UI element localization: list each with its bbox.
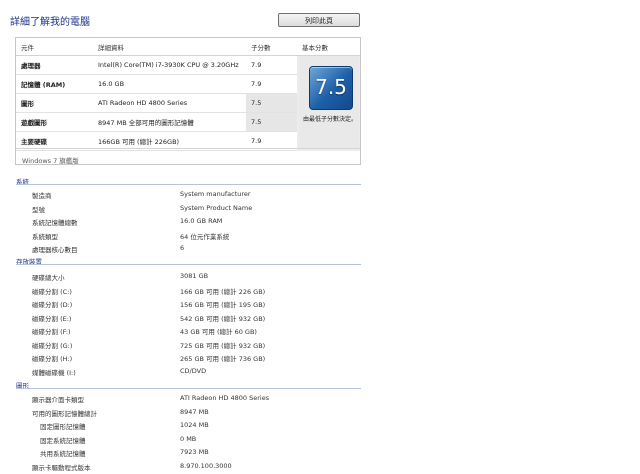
- component-detail: ATI Radeon HD 4800 Series: [93, 93, 246, 113]
- property-name: 磁碟分割 (C:): [32, 287, 72, 296]
- base-score-caption: 由最低子分數決定。: [303, 116, 358, 123]
- property-value: 166 GB 可用 (總計 226 GB): [180, 287, 266, 296]
- property-name: 固定系統記憶體: [40, 436, 86, 445]
- property-value: ATI Radeon HD 4800 Series: [180, 394, 270, 402]
- property-name: 處理器核心數目: [32, 246, 78, 254]
- property-name: 磁碟分割 (D:): [32, 301, 73, 309]
- component-name: 記憶體 (RAM): [16, 74, 93, 94]
- property-value: 265 GB 可用 (總計 736 GB): [180, 355, 266, 363]
- property-name: 顯示器介面卡類型: [32, 396, 84, 404]
- column-header-subscore: 子分數: [246, 38, 297, 56]
- section-divider: [16, 388, 361, 389]
- property-name: 磁碟分割 (F:): [32, 328, 71, 336]
- property-value: 43 GB 可用 (總計 60 GB): [180, 328, 257, 336]
- column-header-component: 元件: [16, 38, 93, 56]
- print-page-button[interactable]: 列印此頁: [278, 13, 360, 27]
- property-value: 8947 MB: [180, 407, 209, 416]
- base-score-value: 7.5: [315, 75, 347, 99]
- component-subscore: 7.9: [246, 55, 297, 75]
- windows-edition: Windows 7 旗艦版: [22, 157, 79, 165]
- component-name: 圖形: [16, 93, 93, 113]
- property-name: 系統記憶體總數: [32, 219, 78, 227]
- column-header-base-score: 基本分數: [297, 38, 360, 56]
- property-name: 共用系統記憶體: [40, 450, 86, 458]
- property-value: 7923 MB: [180, 448, 209, 456]
- base-score-badge-icon: 7.5: [309, 66, 353, 110]
- property-name: 固定圖形記憶體: [40, 423, 86, 431]
- property-value: System Product Name: [180, 203, 253, 212]
- property-name: 磁碟分割 (E:): [32, 314, 72, 323]
- component-name: 處理器: [16, 55, 93, 75]
- component-detail: 8947 MB 全部可用的圖形記憶體: [93, 112, 246, 132]
- property-value: CD/DVD: [180, 366, 207, 375]
- property-name: 可用的圖形記憶體總計: [32, 409, 97, 418]
- property-name: 媒體磁碟機 (I:): [32, 368, 76, 377]
- property-value: 725 GB 可用 (總計 932 GB): [180, 341, 266, 350]
- property-name: 磁碟分割 (G:): [32, 341, 73, 350]
- section-divider: [16, 184, 361, 185]
- property-value: 3081 GB: [180, 272, 209, 280]
- property-value: 16.0 GB RAM: [180, 217, 223, 225]
- property-value: 6: [180, 244, 185, 252]
- property-value: 156 GB 可用 (總計 195 GB): [180, 301, 266, 309]
- base-score-area: 7.5 由最低子分數決定。: [299, 56, 359, 148]
- component-subscore: 7.5: [246, 93, 297, 113]
- page-title: 詳細了解我的電腦: [10, 17, 90, 28]
- property-value: 0 MB: [180, 434, 197, 443]
- property-value: 542 GB 可用 (總計 932 GB): [180, 314, 266, 323]
- component-subscore: 7.5: [246, 112, 297, 132]
- property-value: 8.970.100.3000: [180, 461, 232, 470]
- property-value: System manufacturer: [180, 190, 251, 198]
- property-name: 顯示卡驅動程式版本: [32, 463, 91, 472]
- property-name: 系統類型: [32, 232, 58, 241]
- property-value: 1024 MB: [180, 421, 209, 429]
- property-name: 製造商: [32, 192, 52, 200]
- column-header-detail: 詳細資料: [93, 38, 246, 56]
- property-name: 磁碟分割 (H:): [32, 355, 73, 363]
- property-name: 硬碟總大小: [32, 274, 65, 282]
- section-divider: [16, 264, 361, 265]
- component-subscore: 7.9: [246, 74, 297, 94]
- component-name: 遊戲圖形: [16, 112, 93, 132]
- edition-divider: [16, 148, 360, 149]
- property-value: 64 位元作業系統: [180, 232, 230, 241]
- property-name: 型號: [32, 205, 45, 214]
- score-table-header: 元件 詳細資料 子分數 基本分數: [16, 38, 360, 56]
- score-panel: 元件 詳細資料 子分數 基本分數 處理器 Intel(R) Core(TM) i…: [15, 37, 361, 165]
- component-detail: 16.0 GB: [93, 74, 246, 94]
- component-detail: Intel(R) Core(TM) i7-3930K CPU @ 3.20GHz: [93, 55, 246, 75]
